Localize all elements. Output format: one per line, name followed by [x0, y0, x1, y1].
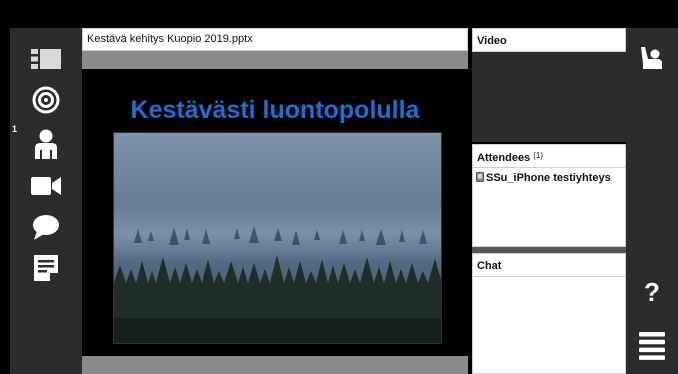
attendees-panel-title: Attendees	[477, 152, 531, 164]
phone-icon	[476, 172, 484, 185]
menu-icon	[639, 331, 665, 365]
document-title-bar: Kestävä kehitys Kuopio 2019.pptx	[82, 28, 468, 51]
video-panel-header: Video	[472, 28, 626, 52]
chat-panel-header: Chat	[472, 253, 626, 277]
notes-icon	[34, 255, 58, 281]
raise-hand-icon	[639, 45, 665, 76]
chat-bubble-icon	[32, 214, 60, 240]
menu-button[interactable]	[626, 328, 678, 368]
attendees-icon	[33, 129, 59, 159]
raise-hand-button[interactable]	[626, 38, 678, 82]
misty-forest-photo	[113, 132, 442, 344]
video-camera-icon	[31, 177, 61, 195]
slide-frame-top	[82, 51, 468, 69]
help-button[interactable]: ?	[626, 270, 678, 314]
left-toolbar: 1	[10, 28, 82, 374]
video-panel	[472, 52, 626, 142]
attendee-name: SSu_iPhone testiyhteys	[486, 172, 611, 184]
notes-button[interactable]	[10, 247, 82, 289]
attendees-count: (1)	[533, 151, 544, 160]
video-button[interactable]	[10, 165, 82, 207]
slide-frame-bottom	[82, 356, 468, 374]
target-icon	[32, 86, 60, 114]
slide-heading: Kestävästi luontopolulla	[130, 96, 420, 124]
chat-panel[interactable]	[472, 277, 626, 374]
attendees-button[interactable]	[10, 123, 82, 165]
attendees-panel-header: Attendees (1)	[472, 144, 626, 168]
attendee-item[interactable]: SSu_iPhone testiyhteys	[476, 172, 625, 185]
layout-icon	[31, 49, 61, 69]
layout-button[interactable]	[10, 38, 82, 80]
document-filename: Kestävä kehitys Kuopio 2019.pptx	[87, 33, 253, 45]
top-bar	[0, 0, 678, 28]
help-icon: ?	[644, 276, 660, 307]
share-content-button[interactable]	[10, 79, 82, 121]
chat-button[interactable]	[10, 206, 82, 248]
right-toolbar: ?	[626, 28, 678, 374]
slide-viewer: Kestävästi luontopolulla	[82, 69, 468, 356]
chat-panel-title: Chat	[477, 260, 502, 272]
attendees-panel: SSu_iPhone testiyhteys	[472, 168, 626, 247]
video-panel-title: Video	[477, 35, 507, 47]
